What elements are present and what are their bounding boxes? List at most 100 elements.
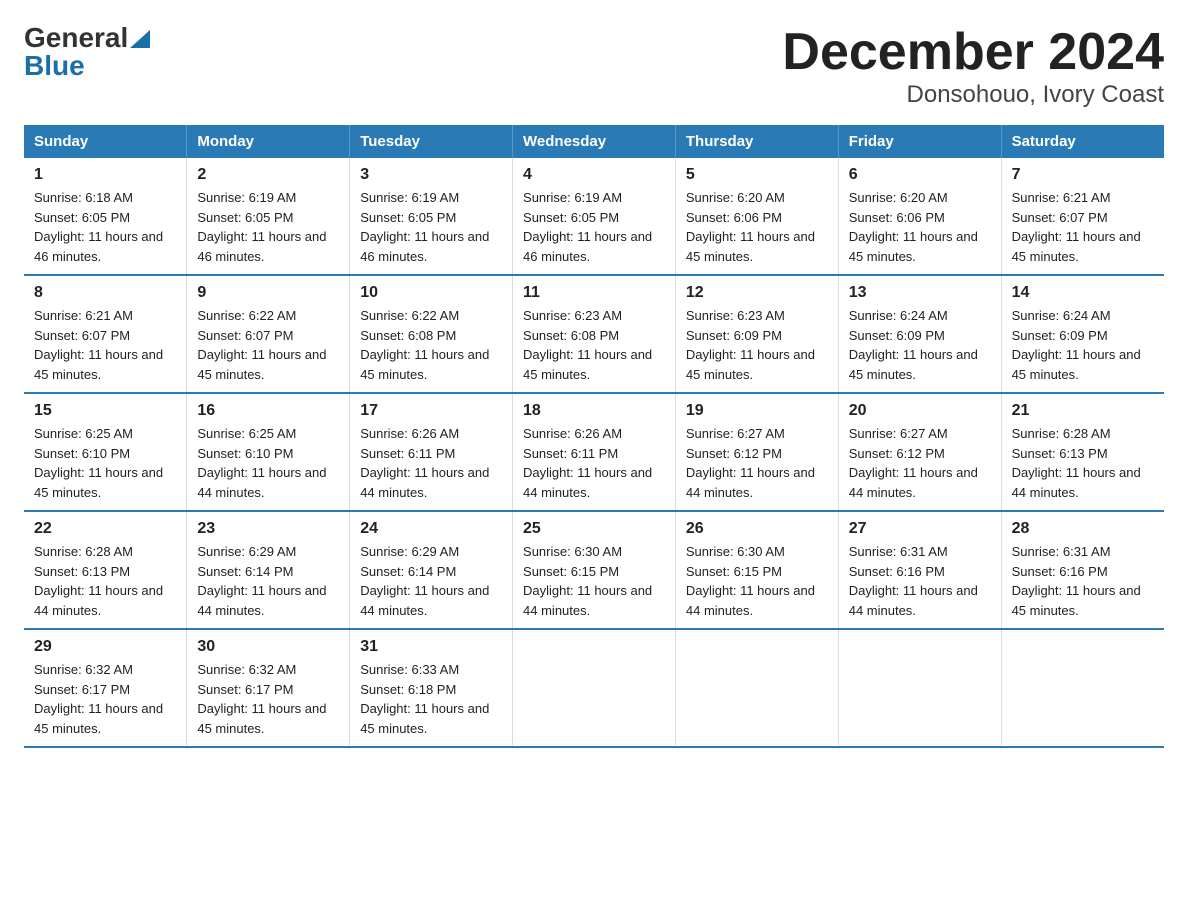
day-number: 29 (34, 638, 176, 656)
day-number: 11 (523, 284, 665, 302)
day-number: 1 (34, 166, 176, 184)
day-info: Sunrise: 6:22 AMSunset: 6:08 PMDaylight:… (360, 306, 502, 384)
day-info: Sunrise: 6:19 AMSunset: 6:05 PMDaylight:… (523, 188, 665, 266)
day-info: Sunrise: 6:21 AMSunset: 6:07 PMDaylight:… (34, 306, 176, 384)
page-title: December 2024 (782, 24, 1164, 81)
day-number: 7 (1012, 166, 1154, 184)
day-info: Sunrise: 6:26 AMSunset: 6:11 PMDaylight:… (523, 424, 665, 502)
week-row: 29 Sunrise: 6:32 AMSunset: 6:17 PMDayligh… (24, 629, 1164, 747)
calendar-cell: 4 Sunrise: 6:19 AMSunset: 6:05 PMDaylight… (513, 158, 676, 275)
calendar-cell: 23 Sunrise: 6:29 AMSunset: 6:14 PMDayligh… (187, 511, 350, 629)
day-number: 23 (197, 520, 339, 538)
day-info: Sunrise: 6:30 AMSunset: 6:15 PMDaylight:… (523, 542, 665, 620)
day-number: 10 (360, 284, 502, 302)
calendar-cell: 24Sunrise: 6:29 AMSunset: 6:14 PMDayligh… (350, 511, 513, 629)
header-thursday: Thursday (675, 125, 838, 158)
day-info: Sunrise: 6:28 AMSunset: 6:13 PMDaylight:… (34, 542, 176, 620)
logo-blue: Blue (24, 52, 85, 80)
header-tuesday: Tuesday (350, 125, 513, 158)
day-number: 22 (34, 520, 176, 538)
day-info: Sunrise: 6:23 AMSunset: 6:09 PMDaylight:… (686, 306, 828, 384)
day-info: Sunrise: 6:18 AMSunset: 6:05 PMDaylight:… (34, 188, 176, 266)
page-header: General Blue December 2024 Donsohouo, Iv… (24, 24, 1164, 109)
day-number: 8 (34, 284, 176, 302)
day-info: Sunrise: 6:30 AMSunset: 6:15 PMDaylight:… (686, 542, 828, 620)
calendar-cell: 21 Sunrise: 6:28 AMSunset: 6:13 PMDayligh… (1001, 393, 1164, 511)
calendar-cell: 18 Sunrise: 6:26 AMSunset: 6:11 PMDayligh… (513, 393, 676, 511)
calendar-cell: 10 Sunrise: 6:22 AMSunset: 6:08 PMDayligh… (350, 275, 513, 393)
day-info: Sunrise: 6:19 AMSunset: 6:05 PMDaylight:… (197, 188, 339, 266)
logo-general: General (24, 24, 128, 52)
day-number: 5 (686, 166, 828, 184)
calendar-cell: 25 Sunrise: 6:30 AMSunset: 6:15 PMDayligh… (513, 511, 676, 629)
calendar-cell: 19 Sunrise: 6:27 AMSunset: 6:12 PMDayligh… (675, 393, 838, 511)
day-info: Sunrise: 6:27 AMSunset: 6:12 PMDaylight:… (686, 424, 828, 502)
calendar-cell: 7Sunrise: 6:21 AMSunset: 6:07 PMDaylight… (1001, 158, 1164, 275)
logo: General Blue (24, 24, 150, 80)
calendar-cell: 17 Sunrise: 6:26 AMSunset: 6:11 PMDayligh… (350, 393, 513, 511)
calendar-cell: 27Sunrise: 6:31 AMSunset: 6:16 PMDayligh… (838, 511, 1001, 629)
day-number: 17 (360, 402, 502, 420)
calendar-cell: 5 Sunrise: 6:20 AMSunset: 6:06 PMDaylight… (675, 158, 838, 275)
calendar-cell: 28Sunrise: 6:31 AMSunset: 6:16 PMDayligh… (1001, 511, 1164, 629)
day-number: 24 (360, 520, 502, 538)
header-monday: Monday (187, 125, 350, 158)
calendar-cell: 8 Sunrise: 6:21 AMSunset: 6:07 PMDaylight… (24, 275, 187, 393)
day-number: 9 (197, 284, 339, 302)
logo-triangle-icon (130, 30, 150, 48)
calendar-cell: 14Sunrise: 6:24 AMSunset: 6:09 PMDayligh… (1001, 275, 1164, 393)
day-info: Sunrise: 6:25 AMSunset: 6:10 PMDaylight:… (197, 424, 339, 502)
header-wednesday: Wednesday (513, 125, 676, 158)
week-row: 1 Sunrise: 6:18 AMSunset: 6:05 PMDaylight… (24, 158, 1164, 275)
day-info: Sunrise: 6:28 AMSunset: 6:13 PMDaylight:… (1012, 424, 1154, 502)
day-number: 30 (197, 638, 339, 656)
calendar-cell: 30Sunrise: 6:32 AMSunset: 6:17 PMDayligh… (187, 629, 350, 747)
week-row: 15 Sunrise: 6:25 AMSunset: 6:10 PMDayligh… (24, 393, 1164, 511)
title-area: December 2024 Donsohouo, Ivory Coast (782, 24, 1164, 109)
day-number: 4 (523, 166, 665, 184)
header-row: SundayMondayTuesdayWednesdayThursdayFrid… (24, 125, 1164, 158)
calendar-cell: 11 Sunrise: 6:23 AMSunset: 6:08 PMDayligh… (513, 275, 676, 393)
day-number: 20 (849, 402, 991, 420)
calendar-cell: 3 Sunrise: 6:19 AMSunset: 6:05 PMDaylight… (350, 158, 513, 275)
day-number: 14 (1012, 284, 1154, 302)
calendar-cell (838, 629, 1001, 747)
calendar-cell (675, 629, 838, 747)
page-subtitle: Donsohouo, Ivory Coast (782, 81, 1164, 109)
day-info: Sunrise: 6:20 AMSunset: 6:06 PMDaylight:… (686, 188, 828, 266)
day-number: 27 (849, 520, 991, 538)
day-number: 18 (523, 402, 665, 420)
day-info: Sunrise: 6:23 AMSunset: 6:08 PMDaylight:… (523, 306, 665, 384)
week-row: 8 Sunrise: 6:21 AMSunset: 6:07 PMDaylight… (24, 275, 1164, 393)
day-number: 15 (34, 402, 176, 420)
day-number: 16 (197, 402, 339, 420)
day-info: Sunrise: 6:19 AMSunset: 6:05 PMDaylight:… (360, 188, 502, 266)
day-info: Sunrise: 6:26 AMSunset: 6:11 PMDaylight:… (360, 424, 502, 502)
calendar-cell (1001, 629, 1164, 747)
header-saturday: Saturday (1001, 125, 1164, 158)
day-number: 6 (849, 166, 991, 184)
calendar-header: SundayMondayTuesdayWednesdayThursdayFrid… (24, 125, 1164, 158)
calendar-table: SundayMondayTuesdayWednesdayThursdayFrid… (24, 125, 1164, 748)
calendar-cell: 16 Sunrise: 6:25 AMSunset: 6:10 PMDayligh… (187, 393, 350, 511)
day-number: 19 (686, 402, 828, 420)
day-number: 12 (686, 284, 828, 302)
calendar-cell: 2Sunrise: 6:19 AMSunset: 6:05 PMDaylight… (187, 158, 350, 275)
calendar-body: 1 Sunrise: 6:18 AMSunset: 6:05 PMDaylight… (24, 158, 1164, 747)
day-number: 26 (686, 520, 828, 538)
day-number: 28 (1012, 520, 1154, 538)
day-number: 3 (360, 166, 502, 184)
calendar-cell: 20 Sunrise: 6:27 AMSunset: 6:12 PMDayligh… (838, 393, 1001, 511)
calendar-cell: 31Sunrise: 6:33 AMSunset: 6:18 PMDayligh… (350, 629, 513, 747)
day-info: Sunrise: 6:20 AMSunset: 6:06 PMDaylight:… (849, 188, 991, 266)
day-number: 21 (1012, 402, 1154, 420)
header-friday: Friday (838, 125, 1001, 158)
day-info: Sunrise: 6:33 AMSunset: 6:18 PMDaylight:… (360, 660, 502, 738)
calendar-cell: 9Sunrise: 6:22 AMSunset: 6:07 PMDaylight… (187, 275, 350, 393)
day-info: Sunrise: 6:29 AMSunset: 6:14 PMDaylight:… (197, 542, 339, 620)
day-info: Sunrise: 6:27 AMSunset: 6:12 PMDaylight:… (849, 424, 991, 502)
day-info: Sunrise: 6:32 AMSunset: 6:17 PMDaylight:… (34, 660, 176, 738)
calendar-cell: 13Sunrise: 6:24 AMSunset: 6:09 PMDayligh… (838, 275, 1001, 393)
day-number: 25 (523, 520, 665, 538)
day-info: Sunrise: 6:25 AMSunset: 6:10 PMDaylight:… (34, 424, 176, 502)
